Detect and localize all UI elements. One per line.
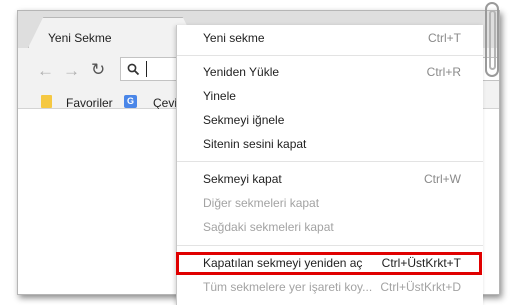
- menu-item-close-tabs-right: Sağdaki sekmeleri kapat: [177, 217, 483, 239]
- tab-title: Yeni Sekme: [48, 31, 112, 45]
- text-cursor: [146, 61, 147, 77]
- menu-item-close-other-tabs: Diğer sekmeleri kapat: [177, 193, 483, 215]
- back-arrow-icon[interactable]: ←: [37, 62, 54, 79]
- menu-item-shortcut: Ctrl+W: [424, 172, 461, 186]
- menu-item-pin-tab[interactable]: Sekmeyi iğnele: [177, 110, 483, 132]
- menu-item-label: Yinele: [203, 89, 236, 103]
- menu-item-mute-site[interactable]: Sitenin sesini kapat: [177, 134, 483, 156]
- menu-item-label: Yeni sekme: [203, 31, 265, 45]
- tab-context-menu: Yeni sekme Ctrl+T Yeniden Yükle Ctrl+R Y…: [176, 25, 483, 305]
- forward-arrow-icon[interactable]: →: [63, 62, 80, 79]
- paperclip-inner-loop: [489, 10, 496, 70]
- menu-item-label: Sitenin sesini kapat: [203, 137, 307, 151]
- menu-item-reopen-closed-tab[interactable]: Kapatılan sekmeyi yeniden aç Ctrl+ÜstKrk…: [177, 253, 483, 275]
- bookmark-favorites[interactable]: Favoriler: [66, 96, 113, 110]
- menu-item-shortcut: Ctrl+ÜstKrkt+T: [381, 256, 461, 270]
- menu-separator: [177, 161, 483, 162]
- menu-item-shortcut: Ctrl+R: [426, 65, 461, 79]
- menu-item-shortcut: Ctrl+ÜstKrkt+D: [380, 280, 461, 294]
- menu-item-bookmark-all-tabs: Tüm sekmelere yer işareti koy... Ctrl+Üs…: [177, 277, 483, 299]
- menu-item-shortcut: Ctrl+T: [428, 31, 461, 45]
- menu-item-new-tab[interactable]: Yeni sekme Ctrl+T: [177, 28, 483, 50]
- search-icon: [127, 63, 140, 76]
- menu-item-label: Diğer sekmeleri kapat: [203, 196, 320, 210]
- menu-item-label: Sekmeyi iğnele: [203, 113, 285, 127]
- menu-separator: [177, 55, 483, 56]
- menu-item-reload[interactable]: Yeniden Yükle Ctrl+R: [177, 62, 483, 84]
- menu-item-label: Kapatılan sekmeyi yeniden aç: [203, 256, 363, 270]
- google-translate-icon: G: [124, 95, 137, 108]
- menu-separator: [177, 245, 483, 246]
- folder-icon: [41, 95, 52, 108]
- menu-item-label: Tüm sekmelere yer işareti koy...: [203, 280, 373, 294]
- menu-item-close-tab[interactable]: Sekmeyi kapat Ctrl+W: [177, 169, 483, 191]
- menu-item-duplicate[interactable]: Yinele: [177, 86, 483, 108]
- menu-item-label: Yeniden Yükle: [203, 65, 280, 79]
- reload-icon[interactable]: ↻: [91, 61, 105, 78]
- menu-item-label: Sağdaki sekmeleri kapat: [203, 220, 334, 234]
- menu-item-label: Sekmeyi kapat: [203, 172, 282, 186]
